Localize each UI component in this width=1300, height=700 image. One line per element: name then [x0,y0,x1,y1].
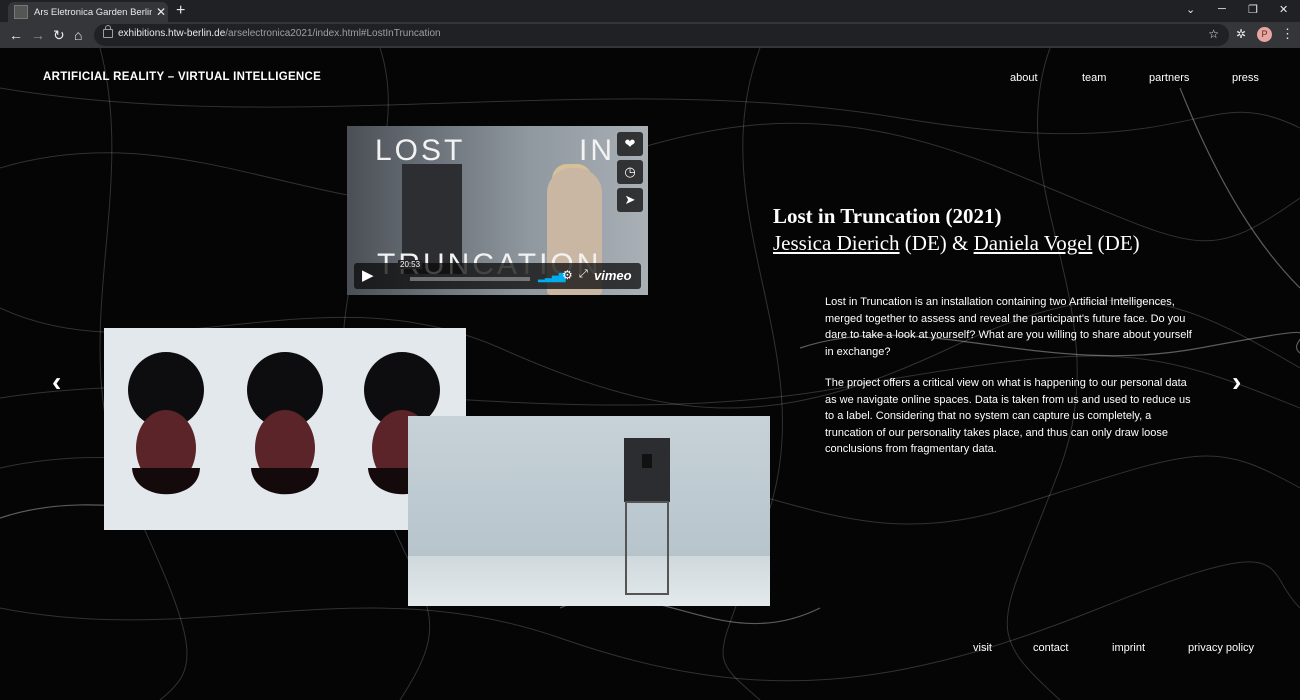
tab-search-icon[interactable]: ⌄ [1186,3,1195,16]
url-text: exhibitions.htw-berlin.de/arselectronica… [118,28,441,39]
new-tab-icon[interactable]: + [176,2,185,20]
tab-title: Ars Eletronica Garden Berlin 2021 [34,6,152,18]
nav-team[interactable]: team [1082,72,1106,84]
fullscreen-icon[interactable]: ⤢ [579,268,588,281]
description-paragraph-2: The project offers a critical view on wh… [825,377,1191,455]
profile-avatar[interactable]: P [1257,27,1272,42]
vimeo-logo[interactable]: vimeo [594,268,632,283]
play-icon[interactable]: ▶ [362,266,374,284]
home-icon[interactable]: ⌂ [74,27,82,43]
lock-icon [103,25,113,38]
address-bar[interactable]: exhibitions.htw-berlin.de/arselectronica… [94,24,1229,46]
description-paragraph-1: Lost in Truncation is an installation co… [825,296,1192,358]
share-send-icon[interactable]: ➤ [617,188,643,212]
video-progress-bar[interactable] [410,277,530,281]
nav-about[interactable]: about [1010,72,1038,84]
forward-icon[interactable]: → [31,27,45,43]
restore-icon[interactable]: ❐ [1248,3,1258,16]
footer-contact[interactable]: contact [1033,642,1068,654]
work-artists: Jessica Dierich (DE) & Daniela Vogel (DE… [773,231,1140,255]
footer-privacy-policy[interactable]: privacy policy [1188,642,1254,654]
video-controls: ▶ 20:53 ▂▃▅▇ ⚙ ⤢ vimeo [354,260,641,289]
back-icon[interactable]: ← [9,27,23,43]
browser-menu-icon[interactable]: ⋮ [1281,26,1294,42]
nav-partners[interactable]: partners [1149,72,1189,84]
video-timestamp: 20:53 [398,260,423,269]
prev-arrow-icon[interactable]: ‹ [52,366,61,398]
image-installation[interactable] [408,416,770,606]
artist-link-daniela[interactable]: Daniela Vogel [974,231,1093,255]
minimize-icon[interactable]: ─ [1218,3,1226,15]
reload-icon[interactable]: ↻ [53,27,65,43]
site-title[interactable]: ARTIFICIAL REALITY – VIRTUAL INTELLIGENC… [43,71,321,83]
like-heart-icon[interactable]: ❤ [617,132,643,156]
watch-later-clock-icon[interactable]: ◷ [617,160,643,184]
video-player[interactable]: LOST IN TRUNCATION ❤ ◷ ➤ ▶ 20:53 ▂▃▅▇ ⚙ … [347,126,648,295]
video-title-lost: LOST [375,134,466,167]
close-tab-icon[interactable]: ✕ [156,5,166,19]
video-title-in: IN [579,134,615,167]
extensions-icon[interactable]: ✲ [1236,27,1246,41]
settings-gear-icon[interactable]: ⚙ [562,268,573,282]
browser-toolbar: ← → ↻ ⌂ exhibitions.htw-berlin.de/arsele… [0,22,1300,48]
nav-press[interactable]: press [1232,72,1259,84]
bookmark-star-icon[interactable]: ☆ [1208,27,1219,41]
footer-visit[interactable]: visit [973,642,992,654]
artist-link-jessica[interactable]: Jessica Dierich [773,231,900,255]
favicon-icon [14,5,28,19]
window-close-icon[interactable]: ✕ [1279,3,1288,16]
browser-tab[interactable]: Ars Eletronica Garden Berlin 2021 ✕ [8,2,168,22]
footer-imprint[interactable]: imprint [1112,642,1145,654]
next-arrow-icon[interactable]: › [1232,366,1241,398]
work-title: Lost in Truncation (2021) [773,204,1002,228]
browser-tabstrip: Ars Eletronica Garden Berlin 2021 ✕ + ⌄ … [0,0,1300,22]
page: ARTIFICIAL REALITY – VIRTUAL INTELLIGENC… [0,48,1300,700]
installation-illustration [624,438,670,595]
